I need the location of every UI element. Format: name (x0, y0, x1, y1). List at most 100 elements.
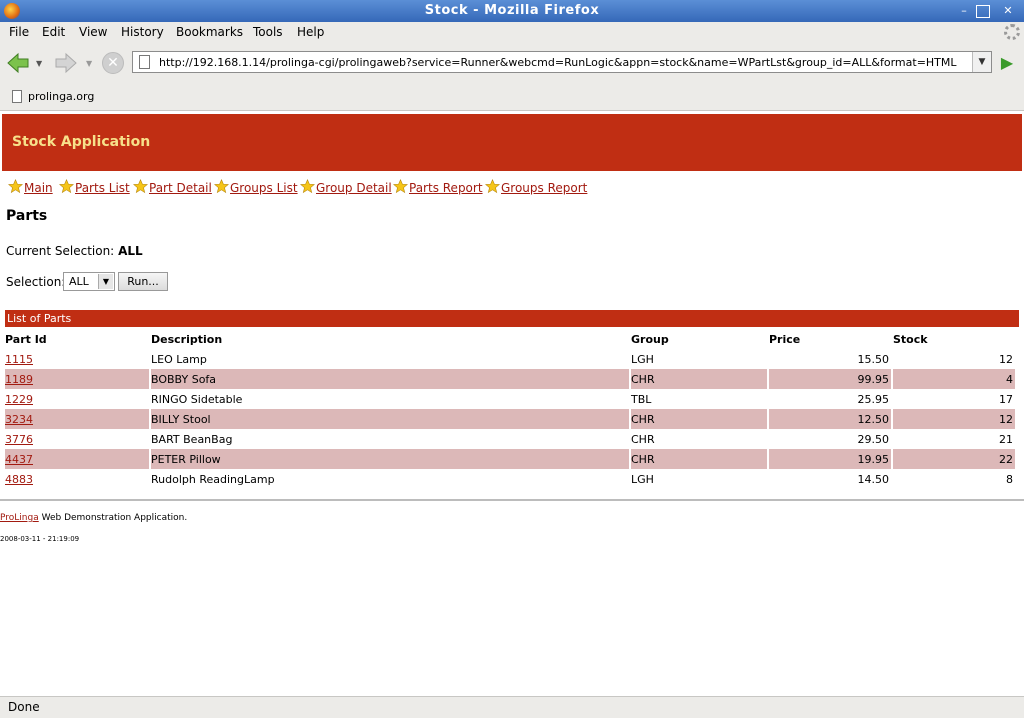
app-title: Stock Application (12, 134, 151, 150)
part-description: LEO Lamp (151, 352, 207, 366)
star-icon (214, 179, 229, 194)
part-stock: 4 (893, 369, 1015, 389)
bookmark-prolinga[interactable]: prolinga.org (28, 90, 94, 103)
part-price: 25.95 (857, 392, 890, 406)
nav-parts-list[interactable]: Parts List (59, 179, 130, 195)
address-bar[interactable]: ▼ (132, 51, 992, 73)
part-description: PETER Pillow (151, 449, 629, 469)
footer-text: Web Demonstration Application. (38, 513, 188, 523)
star-icon (300, 179, 315, 194)
page-content: Stock Application Main Parts List Part D… (0, 111, 1024, 696)
nav-group-detail[interactable]: Group Detail (300, 179, 392, 195)
parts-table: Part Id Description Group Price Stock 11… (3, 329, 1017, 489)
part-id-link[interactable]: 3234 (5, 413, 33, 426)
column-header-price: Price (769, 332, 801, 346)
table-row: 1229 RINGO Sidetable TBL 25.95 17 (5, 389, 1015, 409)
part-group: CHR (631, 369, 767, 389)
column-header-group: Group (631, 332, 669, 346)
nav-groups-list[interactable]: Groups List (214, 179, 298, 195)
current-selection-label: Current Selection: (6, 244, 115, 258)
part-id-link[interactable]: 1189 (5, 373, 33, 386)
table-row: 4883 Rudolph ReadingLamp LGH 14.50 8 (5, 469, 1015, 489)
maximize-button[interactable] (976, 5, 990, 18)
back-arrow-icon[interactable] (6, 52, 30, 74)
page-icon (139, 55, 150, 69)
part-id-link[interactable]: 1115 (5, 353, 33, 366)
nav-main[interactable]: Main (8, 179, 53, 195)
part-id-link[interactable]: 4437 (5, 453, 33, 466)
url-history-dropdown-icon[interactable]: ▼ (972, 52, 991, 72)
forward-history-dropdown-icon[interactable]: ▼ (86, 59, 94, 68)
part-description: Rudolph ReadingLamp (151, 472, 275, 486)
part-id-link[interactable]: 3776 (5, 433, 33, 446)
stop-icon[interactable]: ✕ (102, 52, 124, 74)
nav-groups-report[interactable]: Groups Report (485, 179, 587, 195)
forward-arrow-icon[interactable] (54, 52, 78, 74)
nav-main-link[interactable]: Main (24, 181, 53, 195)
nav-group-detail-link[interactable]: Group Detail (316, 181, 392, 195)
table-row: 3234 BILLY Stool CHR 12.50 12 (5, 409, 1015, 429)
nav-groups-report-link[interactable]: Groups Report (501, 181, 587, 195)
run-button[interactable]: Run... (118, 272, 168, 291)
nav-parts-list-link[interactable]: Parts List (75, 181, 130, 195)
part-group: LGH (631, 472, 654, 486)
selection-dropdown-value: ALL (69, 275, 89, 288)
part-id-link[interactable]: 1229 (5, 393, 33, 406)
table-header-row: Part Id Description Group Price Stock (5, 329, 1015, 349)
part-group: CHR (631, 409, 767, 429)
table-row: 1115 LEO Lamp LGH 15.50 12 (5, 349, 1015, 369)
column-header-stock: Stock (893, 332, 928, 346)
prolinga-link[interactable]: ProLinga (0, 513, 39, 523)
menu-help[interactable]: Help (297, 25, 324, 39)
part-description: BOBBY Sofa (151, 369, 629, 389)
current-selection-value: ALL (118, 244, 143, 258)
star-icon (393, 179, 408, 194)
menu-history[interactable]: History (121, 25, 164, 39)
part-stock: 12 (999, 352, 1013, 366)
part-price: 19.95 (769, 449, 891, 469)
timestamp: 2008-03-11 - 21:19:09 (0, 535, 80, 543)
part-price: 15.50 (857, 352, 890, 366)
part-price: 99.95 (769, 369, 891, 389)
menu-file[interactable]: File (9, 25, 29, 39)
part-stock: 12 (893, 409, 1015, 429)
column-header-description: Description (151, 332, 223, 346)
star-icon (8, 179, 23, 194)
bookmarks-toolbar: prolinga.org (0, 82, 1024, 111)
menu-edit[interactable]: Edit (42, 25, 65, 39)
close-window-button[interactable]: ✕ (1000, 3, 1016, 18)
nav-part-detail[interactable]: Part Detail (133, 179, 212, 195)
dropdown-arrow-icon: ▼ (98, 274, 113, 289)
minimize-button[interactable]: – (956, 3, 972, 18)
part-price: 12.50 (769, 409, 891, 429)
status-bar: Done (0, 696, 1024, 718)
bookmark-page-icon (12, 90, 22, 103)
part-stock: 21 (999, 432, 1013, 446)
nav-groups-list-link[interactable]: Groups List (230, 181, 298, 195)
menu-bookmarks[interactable]: Bookmarks (176, 25, 243, 39)
part-group: LGH (631, 352, 654, 366)
current-selection: Current Selection: ALL (6, 244, 143, 258)
menu-view[interactable]: View (79, 25, 107, 39)
nav-parts-report-link[interactable]: Parts Report (409, 181, 483, 195)
footer: ProLinga Web Demonstration Application. (0, 513, 187, 523)
part-description: BART BeanBag (151, 432, 233, 446)
part-group: TBL (631, 392, 652, 406)
selection-dropdown[interactable]: ALL ▼ (63, 272, 115, 291)
menu-tools[interactable]: Tools (253, 25, 283, 39)
part-description: BILLY Stool (151, 409, 629, 429)
list-title: List of Parts (5, 310, 1019, 327)
back-history-dropdown-icon[interactable]: ▼ (36, 59, 44, 68)
part-id-link[interactable]: 4883 (5, 473, 33, 486)
star-icon (59, 179, 74, 194)
selection-label: Selection: (6, 275, 66, 289)
nav-part-detail-link[interactable]: Part Detail (149, 181, 212, 195)
part-description: RINGO Sidetable (151, 392, 243, 406)
part-price: 29.50 (857, 432, 890, 446)
window-titlebar: Stock - Mozilla Firefox – ✕ (0, 0, 1024, 22)
nav-parts-report[interactable]: Parts Report (393, 179, 483, 195)
table-row: 1189 BOBBY Sofa CHR 99.95 4 (5, 369, 1015, 389)
part-group: CHR (631, 449, 767, 469)
go-arrow-icon[interactable]: ▶ (996, 52, 1018, 74)
url-input[interactable] (159, 54, 959, 70)
